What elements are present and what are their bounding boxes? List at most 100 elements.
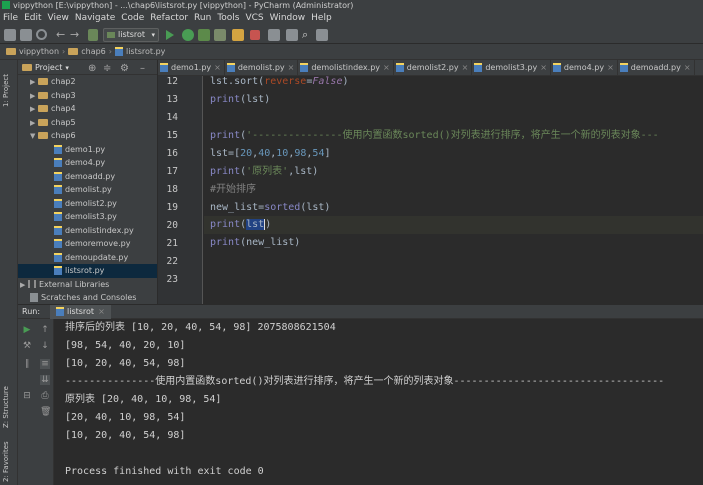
close-icon[interactable]: × — [607, 63, 614, 72]
editor-tab[interactable]: demo1.py × — [158, 60, 225, 75]
stop-icon[interactable] — [250, 30, 260, 40]
menu-code[interactable]: Code — [118, 11, 147, 26]
scroll-up-icon[interactable]: ↑ — [40, 325, 50, 335]
close-icon[interactable]: × — [98, 307, 105, 316]
menu-tools[interactable]: Tools — [214, 11, 242, 26]
close-icon[interactable]: × — [684, 63, 691, 72]
tree-file[interactable]: demolist3.py — [18, 210, 157, 224]
close-icon[interactable]: × — [383, 63, 390, 72]
menu-window[interactable]: Window — [267, 11, 309, 26]
editor-tab[interactable]: demo4.py × — [551, 60, 618, 75]
run-icon[interactable] — [166, 30, 174, 40]
close-icon[interactable]: × — [214, 63, 221, 72]
profile-icon[interactable] — [214, 29, 226, 41]
run-console-output[interactable]: 排序后的列表 [10, 20, 40, 54, 98] 207580862150… — [54, 319, 703, 485]
tree-folder-chap5[interactable]: ▶ chap5 — [18, 116, 157, 130]
tree-file[interactable]: demoadd.py — [18, 170, 157, 184]
delete-icon[interactable]: 🗑 — [40, 407, 51, 417]
editor-tab[interactable]: demolistindex.py × — [298, 60, 394, 75]
code-line-21[interactable]: print(new_list) — [210, 234, 300, 252]
back-arrow-icon[interactable]: ← — [56, 29, 68, 41]
debug-icon[interactable] — [182, 29, 194, 41]
code-line-19[interactable]: new_list=sorted(lst) — [210, 199, 330, 217]
project-structure-icon[interactable] — [268, 29, 280, 41]
menu-run[interactable]: Run — [191, 11, 214, 26]
expand-arrow-icon[interactable]: ▶ — [30, 103, 38, 117]
code-line-16[interactable]: lst=[20,40,10,98,54] — [210, 145, 331, 163]
collapse-icon[interactable]: ≑ — [103, 61, 111, 76]
menu-edit[interactable]: Edit — [21, 11, 44, 26]
code-line-18[interactable]: #开始排序 — [210, 181, 256, 199]
tree-file-selected[interactable]: listsrot.py — [18, 264, 157, 278]
editor-tab[interactable]: demolist3.py × — [472, 60, 551, 75]
tree-folder-chap2[interactable]: ▶ chap2 — [18, 75, 157, 89]
expand-arrow-icon[interactable]: ▶ — [30, 117, 38, 131]
rerun-icon[interactable]: ▶ — [22, 325, 32, 335]
menu-navigate[interactable]: Navigate — [72, 11, 118, 26]
minimize-icon[interactable]: – — [140, 61, 145, 76]
breadcrumb-project[interactable]: vippython — [19, 47, 59, 56]
tree-folder-chap4[interactable]: ▶ chap4 — [18, 102, 157, 116]
tree-folder-chap6[interactable]: ▼ chap6 — [18, 129, 157, 143]
side-tab-structure[interactable]: Z: Structure — [2, 380, 16, 434]
side-tab-favorites[interactable]: 2: Favorites — [2, 441, 16, 482]
chevron-down-icon[interactable]: ▾ — [65, 64, 69, 72]
services-icon[interactable] — [316, 29, 328, 41]
close-icon[interactable]: × — [540, 63, 547, 72]
editor-tab[interactable]: demolist.py × — [225, 60, 299, 75]
editor-tab[interactable]: demoadd.py × — [618, 60, 695, 75]
tree-file[interactable]: demoupdate.py — [18, 251, 157, 265]
scroll-to-end-icon[interactable]: ⇊ — [40, 375, 50, 385]
tree-file[interactable]: demoremove.py — [18, 237, 157, 251]
code-line-15[interactable]: print('---------------使用内置函数sorted()对列表进… — [210, 127, 659, 145]
sync-icon[interactable] — [36, 29, 47, 40]
tree-file[interactable]: demo1.py — [18, 143, 157, 157]
close-icon[interactable]: × — [288, 63, 295, 72]
wrench-icon[interactable]: ⚒ — [22, 341, 32, 351]
tree-folder-chap3[interactable]: ▶ chap3 — [18, 89, 157, 103]
expand-arrow-icon[interactable]: ▶ — [30, 76, 38, 90]
forward-arrow-icon[interactable]: → — [70, 29, 82, 41]
settings-icon[interactable] — [286, 29, 298, 41]
locate-target-icon[interactable]: ⊕ — [88, 61, 96, 76]
close-icon[interactable]: × — [462, 63, 469, 72]
code-line-12[interactable]: lst.sort(reverse=False) — [210, 76, 349, 91]
code-line-17[interactable]: print('原列表',lst) — [210, 163, 318, 181]
pause-icon[interactable]: ∥ — [22, 359, 32, 369]
code-editor[interactable]: lst.sort(reverse=False) print(lst) print… — [204, 76, 703, 304]
menu-refactor[interactable]: Refactor — [147, 11, 191, 26]
gear-icon[interactable]: ⚙ — [120, 61, 129, 76]
soft-wrap-icon[interactable]: ≡ — [40, 359, 50, 369]
expand-arrow-icon[interactable]: ▶ — [30, 90, 38, 104]
menu-help[interactable]: Help — [308, 11, 335, 26]
run-configuration-select[interactable]: listsrot ▾ — [103, 28, 159, 42]
build-hammer-icon[interactable] — [88, 29, 98, 41]
run-tab[interactable]: listsrot × — [50, 305, 111, 319]
save-icon[interactable] — [20, 29, 32, 41]
open-folder-icon[interactable] — [4, 29, 16, 41]
search-icon[interactable]: ⌕ — [302, 29, 314, 41]
concurrency-icon[interactable] — [232, 29, 244, 41]
menu-vcs[interactable]: VCS — [242, 11, 266, 26]
collapse-arrow-icon[interactable]: ▼ — [30, 130, 38, 144]
tree-file[interactable]: demolist2.py — [18, 197, 157, 211]
breadcrumb-folder[interactable]: chap6 — [81, 47, 106, 56]
code-line-20[interactable]: print(lst) — [210, 216, 271, 234]
tree-file[interactable]: demolist.py — [18, 183, 157, 197]
tree-external-libraries[interactable]: ▶ External Libraries — [18, 278, 157, 292]
scroll-down-icon[interactable]: ↓ — [40, 341, 50, 351]
menu-file[interactable]: File — [0, 11, 21, 26]
tree-file[interactable]: demo4.py — [18, 156, 157, 170]
tree-scratches[interactable]: Scratches and Consoles — [18, 291, 157, 305]
expand-arrow-icon[interactable]: ▶ — [20, 279, 28, 293]
restore-layout-icon[interactable]: ⊟ — [22, 391, 32, 401]
menu-view[interactable]: View — [45, 11, 72, 26]
breadcrumb-file[interactable]: listsrot.py — [126, 47, 165, 56]
coverage-icon[interactable] — [198, 29, 210, 41]
project-header-label[interactable]: Project — [35, 63, 62, 72]
tree-file[interactable]: demolistindex.py — [18, 224, 157, 238]
side-tab-project[interactable]: 1: Project — [2, 66, 16, 116]
editor-tab[interactable]: demolist2.py × — [394, 60, 473, 75]
print-icon[interactable]: ⎙ — [40, 391, 50, 401]
code-line-13[interactable]: print(lst) — [210, 91, 270, 109]
